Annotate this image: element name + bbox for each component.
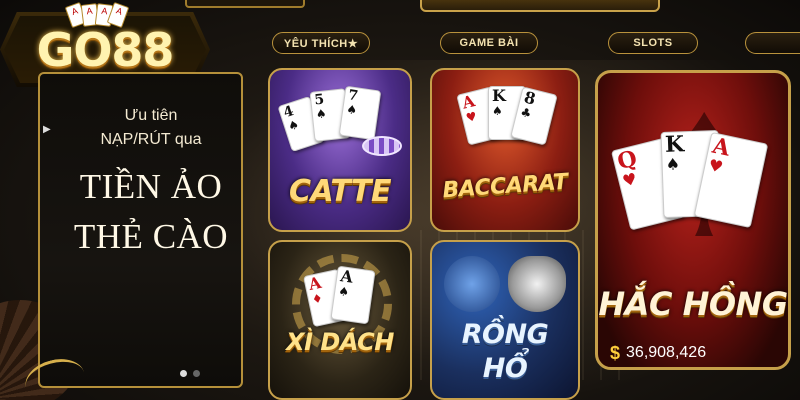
promo-arrow-icon[interactable]: ▶ xyxy=(43,124,51,135)
promo-line-1: Ưu tiên xyxy=(124,107,178,124)
game-label-rong-ho: RỒNG HỔ xyxy=(432,318,578,386)
game-label-rong: RỒNG xyxy=(461,319,549,350)
jackpot-value: 36,908,426 xyxy=(626,344,707,361)
logo-cards-icon: A A A A xyxy=(64,0,138,29)
game-label-hac-hong: HẮC HỒNG xyxy=(598,285,788,323)
promo-headline-2: THẺ CÀO xyxy=(73,217,229,256)
game-tile-baccarat[interactable]: A ♥ K ♠ 8 ♣ BACCARAT xyxy=(430,68,580,232)
dragon-icon xyxy=(444,256,500,312)
tab-more[interactable] xyxy=(745,32,800,54)
dollar-icon: $ xyxy=(610,342,621,363)
promo-headline-1: TIỀN ẢO xyxy=(79,167,223,206)
top-bar-center xyxy=(420,0,660,12)
promo-dot-active[interactable] xyxy=(180,370,187,377)
tab-favorites[interactable]: YÊU THÍCH★ xyxy=(272,32,370,54)
game-tile-catte[interactable]: 4 ♠ 5 ♠ 7 ♠ CATTE xyxy=(268,68,412,232)
game-tile-rong-ho[interactable]: RỒNG HỔ xyxy=(430,240,580,400)
promo-line-2: NẠP/RÚT qua xyxy=(100,131,202,148)
tab-card-games[interactable]: GAME BÀI xyxy=(440,32,538,54)
card: A ♠ xyxy=(330,265,376,325)
game-label-catte: CATTE xyxy=(289,174,391,209)
game-tile-xi-dach[interactable]: A ♦ A ♠ XÌ DÁCH xyxy=(268,240,412,400)
logo-text: GO88 xyxy=(36,22,175,77)
top-bar-left xyxy=(185,0,305,8)
game-label-xi-dach: XÌ DÁCH xyxy=(286,328,394,356)
jackpot-amount: $ 36,908,426 xyxy=(610,341,778,365)
game-label-baccarat: BACCARAT xyxy=(441,169,569,204)
tab-slots[interactable]: SLOTS xyxy=(608,32,698,54)
card: 7 ♠ xyxy=(338,85,382,141)
promo-dot[interactable] xyxy=(193,370,200,377)
promo-banner[interactable]: ▶ Ưu tiên NẠP/RÚT qua TIỀN ẢO THẺ CÀO xyxy=(38,72,243,388)
game-label-ho: HỔ xyxy=(482,353,528,384)
chip-stack xyxy=(362,136,402,156)
promo-pagination[interactable] xyxy=(180,370,200,377)
tiger-icon xyxy=(508,256,566,312)
game-tile-hac-hong[interactable]: ♠ Q♥ K♠ A♥ HẮC HỒNG $ 36,908,426 xyxy=(595,70,791,370)
